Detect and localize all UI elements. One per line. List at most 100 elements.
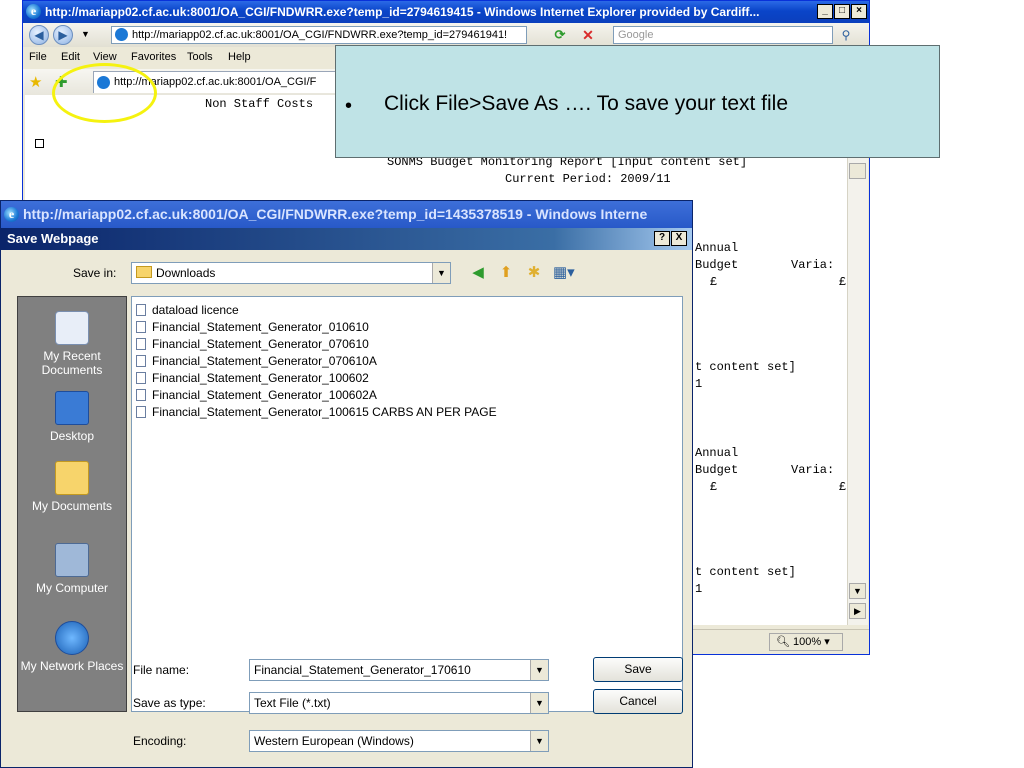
network-places-icon (55, 621, 89, 655)
place-desktop[interactable]: Desktop (18, 391, 126, 443)
list-item[interactable]: Financial_Statement_Generator_010610 (136, 319, 369, 336)
scrollbar-thumb[interactable] (849, 163, 866, 179)
close-icon[interactable]: × (851, 4, 867, 19)
page-icon (115, 28, 128, 41)
desktop-icon (55, 391, 89, 425)
up-folder-icon[interactable]: ⬆ (497, 264, 515, 282)
report-period: Current Period: 2009/11 (505, 172, 671, 186)
ie-window-title: http://mariapp02.cf.ac.uk:8001/OA_CGI/FN… (45, 5, 760, 19)
list-item[interactable]: Financial_Statement_Generator_100602 (136, 370, 369, 387)
list-item[interactable]: Financial_Statement_Generator_070610 (136, 336, 369, 353)
favorites-star-icon[interactable]: ★ (29, 73, 42, 91)
file-name: Financial_Statement_Generator_070610A (152, 354, 377, 368)
second-window-title: http://mariapp02.cf.ac.uk:8001/OA_CGI/FN… (23, 206, 648, 222)
list-item[interactable]: dataload licence (136, 302, 239, 319)
search-icon[interactable]: ⚲ (837, 26, 855, 44)
list-item[interactable]: Financial_Statement_Generator_070610A (136, 353, 377, 370)
place-label: My Recent Documents (41, 349, 103, 377)
refresh-icon[interactable]: ⟳ (551, 26, 569, 44)
maximize-icon[interactable]: □ (834, 4, 850, 19)
history-dropdown-icon[interactable]: ▼ (81, 29, 90, 39)
place-label: My Network Places (20, 659, 124, 673)
second-window-title-bar: e http://mariapp02.cf.ac.uk:8001/OA_CGI/… (1, 201, 692, 228)
my-documents-icon (55, 461, 89, 495)
scroll-down-icon[interactable]: ▼ (849, 583, 866, 599)
dialog-title: Save Webpage (7, 231, 99, 246)
file-list[interactable]: dataload licence Financial_Statement_Gen… (131, 296, 683, 712)
currency-symbol: £ (710, 275, 718, 289)
content-digit: 1 (695, 582, 703, 596)
col-annual: Annual (695, 446, 739, 460)
chevron-down-icon[interactable]: ▼ (530, 731, 548, 751)
place-my-documents[interactable]: My Documents (18, 461, 126, 513)
place-my-computer[interactable]: My Computer (18, 543, 126, 595)
file-name-field[interactable]: Financial_Statement_Generator_170610 ▼ (249, 659, 549, 681)
text-file-icon (136, 304, 146, 316)
save-in-value: Downloads (156, 266, 216, 280)
dialog-title-bar: Save Webpage ? X (1, 228, 692, 250)
text-file-icon (136, 389, 146, 401)
report-heading: Non Staff Costs (205, 97, 314, 111)
help-button[interactable]: ? (654, 231, 670, 246)
folder-icon (136, 266, 152, 278)
list-item[interactable]: Financial_Statement_Generator_100602A (136, 387, 377, 404)
cancel-button[interactable]: Cancel (593, 689, 683, 714)
go-back-icon[interactable]: ◀ (469, 264, 487, 282)
menu-help[interactable]: Help (228, 51, 251, 63)
list-item[interactable]: Financial_Statement_Generator_100615 CAR… (136, 404, 497, 421)
zoom-icon: 🔍︎ (776, 636, 790, 648)
forward-button[interactable]: ▶ (53, 25, 73, 45)
views-menu-icon[interactable]: ▦▾ (553, 264, 575, 282)
place-label: My Computer (35, 581, 109, 595)
places-bar: My Recent Documents Desktop My Documents… (17, 296, 127, 712)
menu-edit[interactable]: Edit (61, 51, 80, 63)
col-budget: Budget (695, 258, 739, 272)
file-name-value: Financial_Statement_Generator_170610 (254, 663, 471, 677)
close-button[interactable]: X (671, 231, 687, 246)
text-file-icon (136, 406, 146, 418)
checkbox-icon (35, 139, 44, 148)
menu-view[interactable]: View (93, 51, 117, 63)
place-label: Desktop (49, 429, 95, 443)
col-variance: Varia: (791, 463, 835, 477)
menu-tools[interactable]: Tools (187, 51, 213, 63)
encoding-label: Encoding: (133, 734, 187, 748)
currency-symbol: £ (710, 480, 718, 494)
save-button[interactable]: Save (593, 657, 683, 682)
zoom-control[interactable]: 🔍︎ 100% ▾ (769, 633, 843, 651)
currency-symbol: £ (839, 480, 847, 494)
new-folder-icon[interactable]: ✱ (525, 264, 543, 282)
chevron-down-icon[interactable]: ▼ (530, 660, 548, 680)
ie-logo-icon: e (4, 207, 19, 222)
scroll-right-icon[interactable]: ▶ (849, 603, 866, 619)
callout-text: Click File>Save As …. To save your text … (384, 92, 789, 115)
address-bar[interactable]: http://mariapp02.cf.ac.uk:8001/OA_CGI/FN… (111, 26, 527, 44)
menu-favorites[interactable]: Favorites (131, 51, 176, 63)
col-annual: Annual (695, 241, 739, 255)
place-my-network-places[interactable]: My Network Places (18, 621, 126, 673)
encoding-value: Western European (Windows) (254, 734, 414, 748)
save-as-type-label: Save as type: (133, 696, 206, 710)
address-text: http://mariapp02.cf.ac.uk:8001/OA_CGI/FN… (132, 29, 508, 41)
zoom-level: 100% (793, 636, 822, 648)
back-button[interactable]: ◀ (29, 25, 49, 45)
ie-navigation-bar: ◀ ▶ ▼ http://mariapp02.cf.ac.uk:8001/OA_… (23, 23, 869, 47)
encoding-dropdown[interactable]: Western European (Windows) ▼ (249, 730, 549, 752)
minimize-icon[interactable]: _ (817, 4, 833, 19)
file-name: Financial_Statement_Generator_010610 (152, 320, 369, 334)
file-name: dataload licence (152, 303, 239, 317)
vertical-scrollbar[interactable]: ▼ ▶ (847, 95, 868, 625)
save-as-type-value: Text File (*.txt) (254, 696, 331, 710)
file-name: Financial_Statement_Generator_100602A (152, 388, 377, 402)
my-computer-icon (55, 543, 89, 577)
content-digit: 1 (695, 377, 703, 391)
menu-file[interactable]: File (29, 51, 47, 63)
currency-symbol: £ (839, 275, 847, 289)
stop-icon[interactable]: ✕ (579, 26, 597, 44)
chevron-down-icon[interactable]: ▼ (530, 693, 548, 713)
save-in-dropdown[interactable]: Downloads ▼ (131, 262, 451, 284)
save-as-type-dropdown[interactable]: Text File (*.txt) ▼ (249, 692, 549, 714)
chevron-down-icon[interactable]: ▼ (432, 263, 450, 283)
search-input[interactable]: Google (613, 26, 833, 44)
place-my-recent-documents[interactable]: My Recent Documents (18, 311, 126, 377)
